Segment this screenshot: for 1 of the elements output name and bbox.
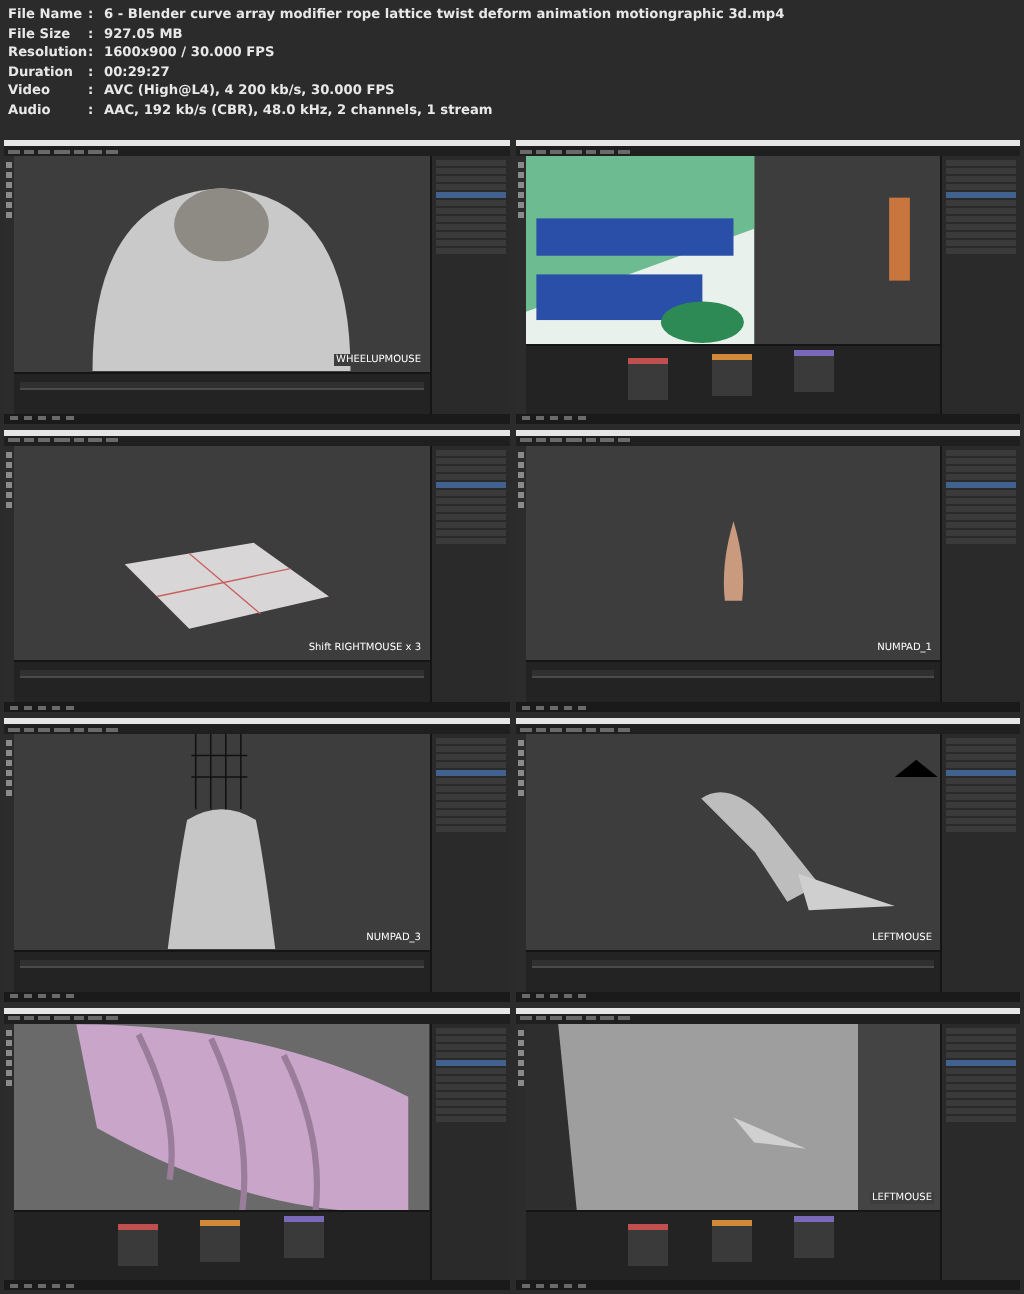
cone-drawing	[722, 520, 743, 600]
